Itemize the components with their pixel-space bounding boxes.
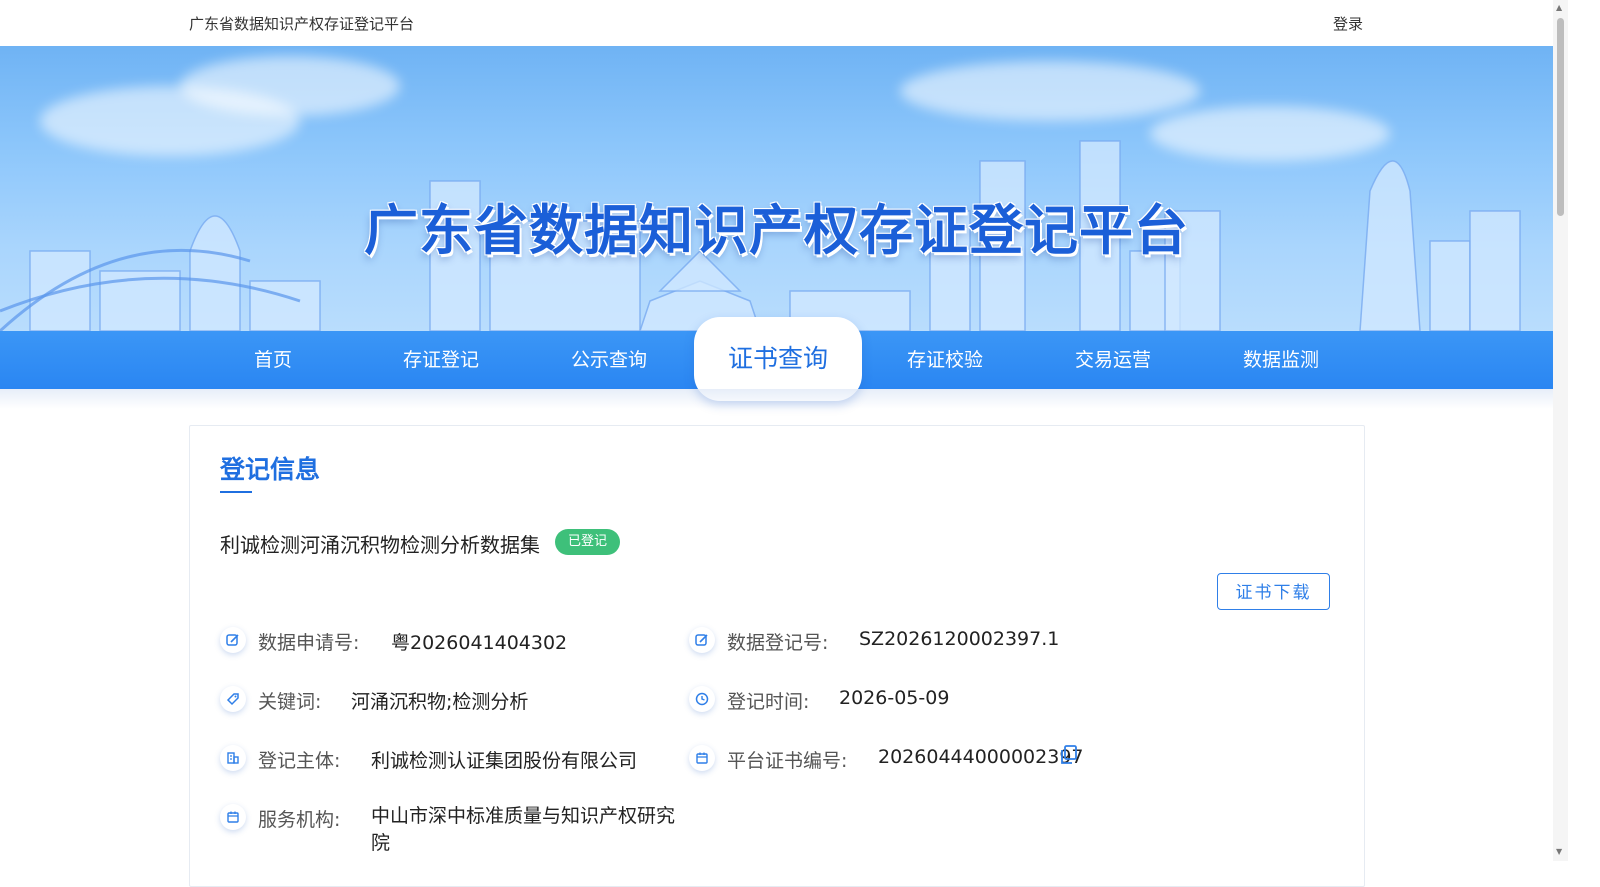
nav-shadow [0,389,1553,409]
field-application-no: 数据申请号: 粤2026041404302 [220,627,660,667]
calendar-icon [220,804,246,830]
field-value: 粤2026041404302 [391,632,568,654]
field-label: 服务机构: [258,809,341,831]
nav-item-home[interactable]: 首页 [189,331,357,389]
site-name[interactable]: 广东省数据知识产权存证登记平台 [189,13,414,34]
tag-icon [220,686,246,712]
top-bar: 广东省数据知识产权存证登记平台 登录 [0,0,1553,46]
clock-icon [689,686,715,712]
page-scrollbar[interactable]: ▲ ▼ [1553,0,1568,861]
registration-info-card: 登记信息 利诚检测河涌沉积物检测分析数据集 已登记 证书下载 数据申请号: 粤2… [189,425,1365,887]
field-label: 平台证书编号: [727,750,848,772]
hero-banner: 广东省数据知识产权存证登记平台 [0,46,1553,331]
nav-item-data-monitoring[interactable]: 数据监测 [1197,331,1365,389]
status-badge: 已登记 [555,529,621,555]
edit-icon [689,627,715,653]
edit-icon [220,627,246,653]
section-title: 登记信息 [220,455,321,484]
calendar-icon [689,745,715,771]
section-underline [220,491,252,493]
field-keywords: 关键词: 河涌沉积物;检测分析 [220,686,660,726]
banner-title: 广东省数据知识产权存证登记平台 [364,199,1189,262]
copy-icon[interactable] [1060,745,1078,769]
nav-item-public-query[interactable]: 公示查询 [525,331,693,389]
field-value: 河涌沉积物;检测分析 [351,691,529,713]
field-service-org: 服务机构: 中山市深中标准质量与知识产权研究院 [220,804,720,884]
field-label: 关键词: [258,691,322,713]
field-label: 数据登记号: [727,632,829,654]
field-value: 2026-05-09 [839,687,950,709]
field-registration-time: 登记时间: 2026-05-09 [689,686,1249,726]
dataset-title: 利诚检测河涌沉积物检测分析数据集 [220,533,540,557]
nav-item-trading-operations[interactable]: 交易运营 [1029,331,1197,389]
field-certificate-no: 平台证书编号: 20260444000002397 [689,745,1309,785]
field-label: 登记主体: [258,750,341,772]
field-label: 数据申请号: [258,632,360,654]
scroll-down-icon[interactable]: ▼ [1556,848,1562,856]
certificate-download-button[interactable]: 证书下载 [1217,573,1330,610]
nav-item-evidence-registration[interactable]: 存证登记 [357,331,525,389]
field-value: SZ2026120002397.1 [859,628,1060,650]
field-value: 20260444000002397 [878,746,1084,768]
scroll-up-icon[interactable]: ▲ [1556,4,1562,12]
main-nav: 首页 存证登记 公示查询 证书查询 存证校验 交易运营 数据监测 [0,317,1553,401]
field-label: 登记时间: [727,691,810,713]
field-value: 利诚检测认证集团股份有限公司 [371,750,638,772]
field-value: 中山市深中标准质量与知识产权研究院 [371,805,676,854]
nav-item-evidence-verification[interactable]: 存证校验 [861,331,1029,389]
field-registrant: 登记主体: 利诚检测认证集团股份有限公司 [220,745,690,785]
field-registration-no: 数据登记号: SZ2026120002397.1 [689,627,1249,667]
building-icon [220,745,246,771]
scroll-thumb[interactable] [1557,18,1564,216]
login-link[interactable]: 登录 [1333,13,1363,34]
